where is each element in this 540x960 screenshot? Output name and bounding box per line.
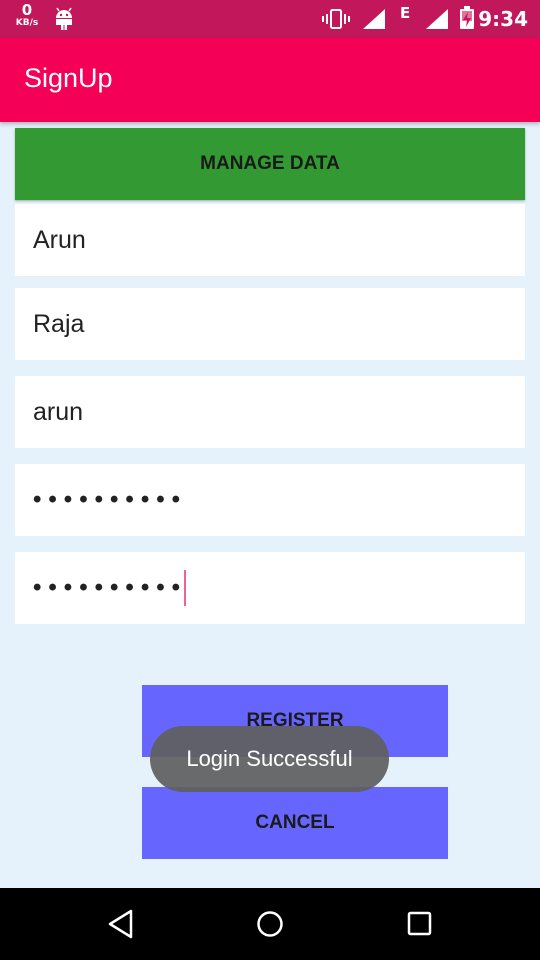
confirm-password-field[interactable]: •••••••••• <box>15 552 525 624</box>
android-icon <box>53 7 75 35</box>
status-bar: 0 KB/s E 9:34 <box>0 0 540 38</box>
signal-icon <box>362 8 386 34</box>
vibrate-icon <box>322 8 350 34</box>
net-speed-value: 0 <box>21 1 33 19</box>
text-cursor <box>184 570 187 606</box>
first-name-field[interactable]: Arun <box>15 204 525 276</box>
page-title: SignUp <box>24 63 113 93</box>
home-icon[interactable] <box>256 908 284 944</box>
status-clock: 9:34 <box>478 7 528 31</box>
net-speed-unit: KB/s <box>15 18 39 28</box>
last-name-field[interactable]: Raja <box>15 288 525 360</box>
password-value: •••••••••• <box>33 486 188 513</box>
network-type-label: E <box>400 4 411 22</box>
toast-message: Login Successful <box>150 726 389 792</box>
net-speed-indicator: 0 KB/s <box>12 3 42 28</box>
cancel-button[interactable]: CANCEL <box>142 787 448 859</box>
confirm-password-value: •••••••••• <box>33 574 188 601</box>
back-icon[interactable] <box>106 908 136 944</box>
app-bar: SignUp <box>0 38 540 122</box>
username-field[interactable]: arun <box>15 376 525 448</box>
manage-data-button[interactable]: MANAGE DATA <box>15 128 525 200</box>
battery-charging-icon <box>459 6 475 34</box>
signal-icon <box>425 8 449 34</box>
navigation-bar <box>0 888 540 960</box>
password-field[interactable]: •••••••••• <box>15 464 525 536</box>
recents-icon[interactable] <box>406 908 434 944</box>
